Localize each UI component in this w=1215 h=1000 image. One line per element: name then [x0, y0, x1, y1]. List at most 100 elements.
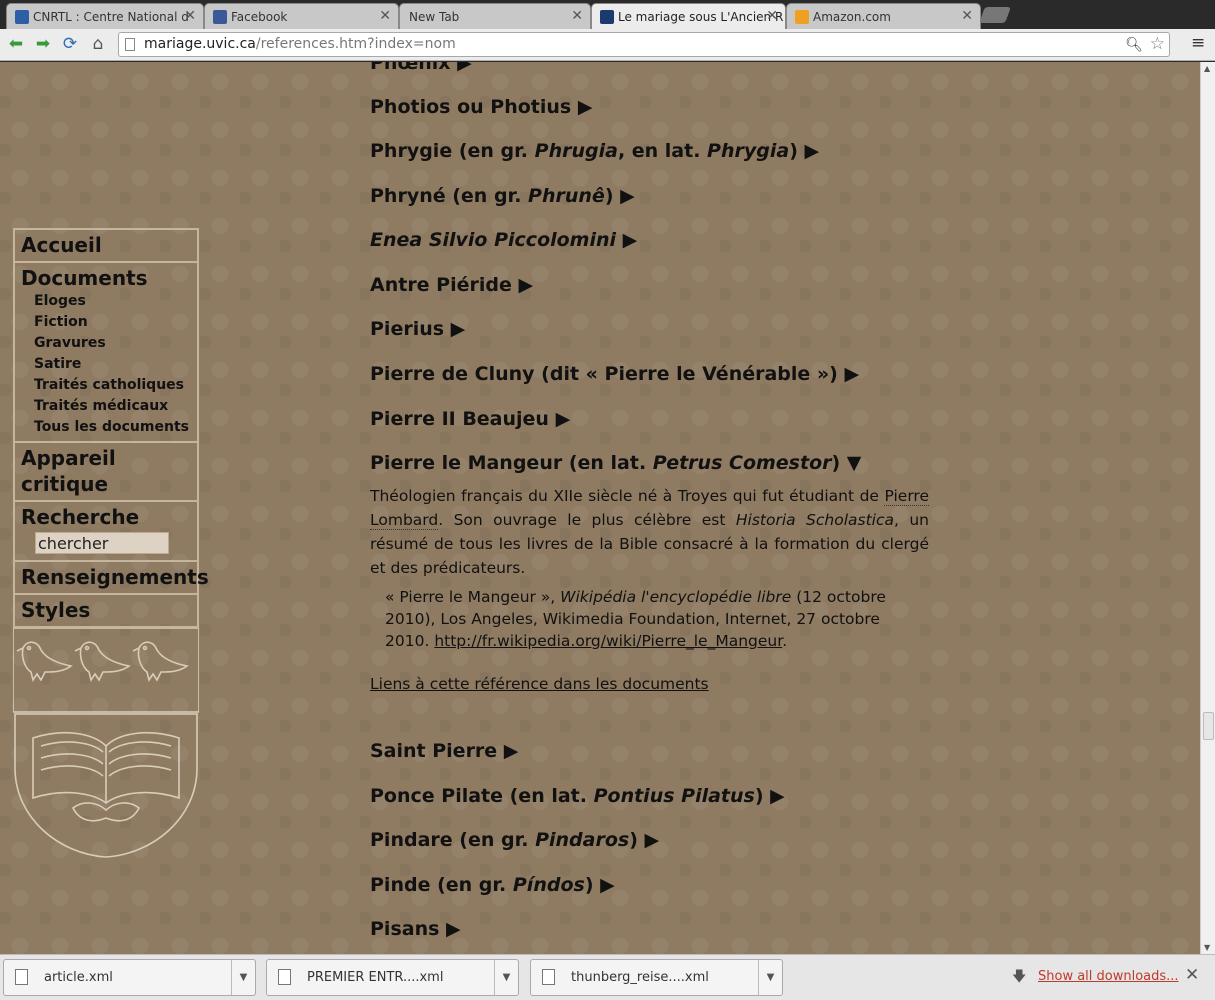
close-tab-icon[interactable]: ✕	[379, 8, 391, 24]
wikipedia-link[interactable]: http://fr.wikipedia.org/wiki/Pierre_le_M…	[434, 632, 782, 650]
tab-title: Facebook	[231, 10, 288, 24]
tab-mariage[interactable]: Le mariage sous L'Ancien R ✕	[591, 3, 786, 29]
nav-renseignements-box: Renseignements	[13, 562, 209, 595]
nav-traites-medicaux[interactable]: Traités médicaux	[21, 396, 197, 417]
liens-reference-link[interactable]: Liens à cette référence dans les documen…	[370, 675, 709, 693]
ref-pinde[interactable]: Pinde (en gr. Píndos) ▶	[370, 874, 615, 896]
ref-piccolomini[interactable]: Enea Silvio Piccolomini ▶	[370, 229, 637, 251]
amazon-favicon-icon	[795, 10, 809, 24]
ref-phryne[interactable]: Phryné (en gr. Phrunê) ▶	[370, 185, 635, 207]
ref-antre-pieride[interactable]: Antre Piéride ▶	[370, 274, 533, 296]
ref-text: Phrygie (en gr.	[370, 140, 535, 162]
cite-text: « Pierre le Mangeur »,	[385, 588, 561, 606]
nav-documents[interactable]: Documents	[21, 265, 197, 291]
reload-icon[interactable]: ⟳	[59, 33, 81, 55]
scrollbar-thumb[interactable]	[1203, 712, 1214, 740]
address-bar[interactable]: mariage.uvic.ca/references.htm?index=nom…	[118, 32, 1170, 57]
ref-photios[interactable]: Photios ou Photius ▶	[370, 96, 592, 118]
menu-icon[interactable]: ≡	[1191, 35, 1207, 52]
nav-recherche[interactable]: Recherche	[21, 504, 197, 530]
file-icon	[278, 969, 291, 985]
nav-fiction[interactable]: Fiction	[21, 312, 197, 333]
nav-traites-catholiques[interactable]: Traités catholiques	[21, 375, 197, 396]
nav-documents-box: Documents Eloges Fiction Gravures Satire…	[13, 263, 199, 443]
back-icon[interactable]: ⬅	[5, 33, 27, 55]
ref-italic: Enea Silvio Piccolomini	[370, 229, 617, 251]
tab-strip: CNRTL : Centre National d ✕ Facebook ✕ N…	[0, 0, 1215, 29]
scroll-up-icon[interactable]: ▲	[1204, 64, 1210, 73]
citation: « Pierre le Mangeur », Wikipédia l'encyc…	[385, 586, 905, 652]
download-item[interactable]: thunberg_reise....xml ▼	[530, 959, 783, 996]
ref-italic: Phrunê	[528, 185, 605, 207]
close-icon[interactable]: ✕	[1185, 965, 1199, 985]
show-all-downloads-link[interactable]: Show all downloads...	[1038, 969, 1179, 984]
ref-pierius[interactable]: Pierius ▶	[370, 318, 465, 340]
desc-text: Théologien français du XIIe siècle né à …	[370, 487, 885, 505]
nav-tous-documents[interactable]: Tous les documents	[21, 417, 197, 438]
ref-phrygie[interactable]: Phrygie (en gr. Phrugia, en lat. Phrygia…	[370, 140, 819, 162]
ref-saint-pierre[interactable]: Saint Pierre ▶	[370, 740, 518, 762]
close-tab-icon[interactable]: ✕	[961, 8, 973, 24]
close-tab-icon[interactable]: ✕	[184, 8, 196, 24]
ref-pindare[interactable]: Pindare (en gr. Pindaros) ▶	[370, 829, 659, 851]
ref-text: Pindare (en gr.	[370, 829, 536, 851]
new-tab-button[interactable]	[979, 7, 1011, 23]
tab-title: CNRTL : Centre National d	[33, 10, 189, 24]
tab-new-tab[interactable]: New Tab ✕	[399, 3, 591, 29]
cite-italic: Wikipédia l'encyclopédie libre	[560, 588, 792, 606]
tab-cnrtl[interactable]: CNRTL : Centre National d ✕	[6, 3, 204, 29]
nav-gravures[interactable]: Gravures	[21, 333, 197, 354]
tab-title: Le mariage sous L'Ancien R	[618, 10, 784, 24]
facebook-favicon-icon	[213, 10, 227, 24]
vertical-scrollbar[interactable]: ▲ ▼	[1200, 62, 1215, 954]
mariage-favicon-icon	[600, 10, 614, 24]
ref-pierre-de-cluny[interactable]: Pierre de Cluny (dit « Pierre le Vénérab…	[370, 363, 859, 385]
download-menu-chevron-icon[interactable]: ▼	[494, 960, 518, 995]
ref-phoenix[interactable]: Phœnix ▶	[370, 62, 472, 74]
nav-eloges[interactable]: Eloges	[21, 291, 197, 312]
download-menu-chevron-icon[interactable]: ▼	[758, 960, 782, 995]
download-filename: thunberg_reise....xml	[571, 970, 709, 985]
page-viewport: Accueil Documents Eloges Fiction Gravure…	[0, 62, 1200, 954]
nav-appareil-box: Appareil critique	[13, 443, 199, 502]
ref-text: ) ▶	[754, 785, 785, 807]
reference-description: Théologien français du XIIe siècle né à …	[370, 484, 929, 580]
forward-icon[interactable]: ➡	[32, 33, 54, 55]
crest-birds-book-icon	[12, 627, 200, 858]
zoom-icon[interactable]: 🔍︎	[1125, 34, 1143, 57]
download-arrow-icon: 🡇	[1012, 969, 1027, 985]
ref-text: ) ▼	[831, 452, 862, 474]
ref-pierre-le-mangeur[interactable]: Pierre le Mangeur (en lat. Petrus Comest…	[370, 452, 861, 474]
ref-text: ▶	[616, 229, 638, 251]
tab-amazon[interactable]: Amazon.com ✕	[786, 3, 981, 29]
ref-italic: Phrugia	[534, 140, 618, 162]
download-menu-chevron-icon[interactable]: ▼	[231, 960, 255, 995]
download-filename: PREMIER ENTR....xml	[307, 970, 444, 985]
nav-styles[interactable]: Styles	[21, 597, 197, 623]
file-icon	[542, 969, 555, 985]
download-item[interactable]: PREMIER ENTR....xml ▼	[266, 959, 519, 996]
nav-renseignements[interactable]: Renseignements	[21, 564, 209, 590]
url-path: /references.htm?index=nom	[255, 36, 456, 52]
ref-ponce-pilate[interactable]: Ponce Pilate (en lat. Pontius Pilatus) ▶	[370, 785, 785, 807]
ref-pisans[interactable]: Pisans ▶	[370, 918, 461, 940]
tab-title: Amazon.com	[813, 10, 891, 24]
home-icon[interactable]: ⌂	[87, 33, 109, 55]
nav-appareil-critique[interactable]: Appareil critique	[21, 445, 197, 497]
search-input[interactable]	[35, 532, 169, 554]
ref-text: Phryné (en gr.	[370, 185, 529, 207]
scroll-down-icon[interactable]: ▼	[1204, 943, 1210, 952]
downloads-bar: article.xml ▼ PREMIER ENTR....xml ▼ thun…	[0, 954, 1215, 1000]
ref-text: Pierre le Mangeur (en lat.	[370, 452, 653, 474]
nav-satire[interactable]: Satire	[21, 354, 197, 375]
url-domain: mariage.uvic.ca	[144, 36, 256, 52]
sidebar-nav: Accueil Documents Eloges Fiction Gravure…	[12, 228, 209, 858]
close-tab-icon[interactable]: ✕	[766, 8, 778, 24]
ref-pierre-beaujeu[interactable]: Pierre II Beaujeu ▶	[370, 408, 570, 430]
tab-facebook[interactable]: Facebook ✕	[204, 3, 399, 29]
close-tab-icon[interactable]: ✕	[571, 8, 583, 24]
ref-text: ) ▶	[604, 185, 635, 207]
download-item[interactable]: article.xml ▼	[3, 959, 256, 996]
nav-accueil[interactable]: Accueil	[21, 232, 197, 258]
bookmark-star-icon[interactable]: ☆	[1150, 33, 1165, 56]
